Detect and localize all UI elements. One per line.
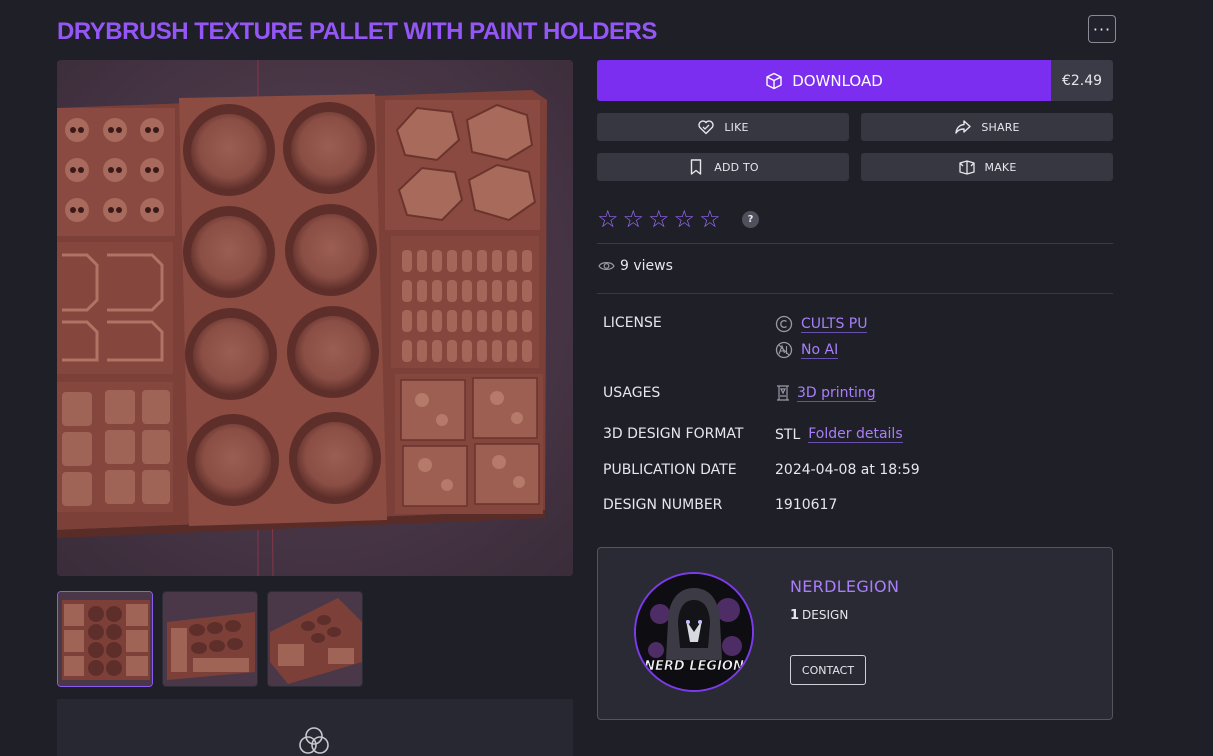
price-tag: €2.49	[1051, 60, 1113, 101]
no-ai-link[interactable]: No AI	[801, 342, 839, 359]
make-button[interactable]: MAKE	[861, 153, 1113, 181]
pubdate-label: PUBLICATION DATE	[603, 462, 737, 478]
license-link[interactable]: CULTS PU	[801, 316, 868, 333]
like-button[interactable]: LIKE	[597, 113, 849, 141]
views-text: 9 views	[620, 258, 673, 274]
share-label: SHARE	[981, 120, 1020, 134]
star-icon[interactable]: ☆	[623, 206, 645, 232]
avatar-image: NERD LEGION	[636, 574, 752, 690]
pallet-render-image	[57, 60, 573, 576]
no-ai-icon	[775, 341, 793, 359]
usages-label: USAGES	[603, 385, 661, 401]
format-text: STL	[775, 426, 801, 443]
3d-printer-icon	[777, 385, 789, 401]
star-icon[interactable]: ☆	[597, 206, 619, 232]
share-icon	[955, 120, 972, 134]
star-icon[interactable]: ☆	[699, 206, 721, 232]
rating-stars[interactable]: ☆ ☆ ☆ ☆ ☆	[597, 206, 721, 232]
author-design-count: 1 DESIGN	[790, 608, 848, 623]
product-page: DRYBRUSH TEXTURE PALLET WITH PAINT HOLDE…	[0, 0, 1213, 756]
contact-button[interactable]: CONTACT	[790, 655, 866, 685]
ellipsis-icon: ···	[1092, 19, 1112, 39]
divider	[597, 293, 1113, 294]
design-count-label: DESIGN	[802, 608, 849, 622]
cults-logo-icon	[299, 727, 329, 754]
author-avatar[interactable]: NERD LEGION	[634, 572, 754, 692]
more-options-button[interactable]: ···	[1088, 15, 1116, 43]
views-count: 9 views	[598, 258, 673, 274]
gallery-thumbnail-1[interactable]	[57, 591, 153, 687]
rating-help-icon[interactable]: ?	[742, 211, 759, 228]
eye-icon	[598, 262, 615, 270]
like-label: LIKE	[724, 120, 749, 134]
folder-details-link[interactable]: Folder details	[808, 426, 903, 443]
svg-text:NERD LEGION: NERD LEGION	[644, 659, 744, 674]
pubdate-value: 2024-04-08 at 18:59	[775, 462, 920, 478]
page-title: DRYBRUSH TEXTURE PALLET WITH PAINT HOLDE…	[57, 18, 657, 45]
make-label: MAKE	[984, 160, 1017, 174]
gallery-thumbnail-2[interactable]	[162, 591, 258, 687]
download-button[interactable]: DOWNLOAD	[597, 60, 1051, 101]
share-button[interactable]: SHARE	[861, 113, 1113, 141]
add-to-button[interactable]: ADD TO	[597, 153, 849, 181]
bookmark-icon	[691, 159, 702, 175]
usages-value[interactable]: 3D printing	[775, 384, 876, 402]
copyright-icon	[775, 315, 793, 333]
heart-icon	[698, 120, 715, 135]
download-label: DOWNLOAD	[792, 71, 883, 90]
3d-printing-link[interactable]: 3D printing	[797, 385, 876, 402]
format-label: 3D DESIGN FORMAT	[603, 426, 744, 442]
license-value-1[interactable]: CULTS PU	[775, 315, 868, 333]
add-to-label: ADD TO	[714, 160, 759, 174]
format-value: STL Folder details	[775, 426, 903, 443]
design-count-number: 1	[790, 608, 800, 623]
star-icon[interactable]: ☆	[674, 206, 696, 232]
star-icon[interactable]: ☆	[648, 206, 670, 232]
divider	[597, 243, 1113, 244]
main-product-image[interactable]	[57, 60, 573, 576]
open-box-icon	[958, 160, 975, 175]
license-value-2[interactable]: No AI	[775, 341, 839, 359]
design-number-value: 1910617	[775, 497, 838, 513]
gallery-thumbnail-3[interactable]	[267, 591, 363, 687]
author-name-link[interactable]: NERDLEGION	[790, 577, 899, 596]
license-label: LICENSE	[603, 315, 662, 331]
cube-icon	[766, 72, 782, 89]
design-number-label: DESIGN NUMBER	[603, 497, 723, 513]
